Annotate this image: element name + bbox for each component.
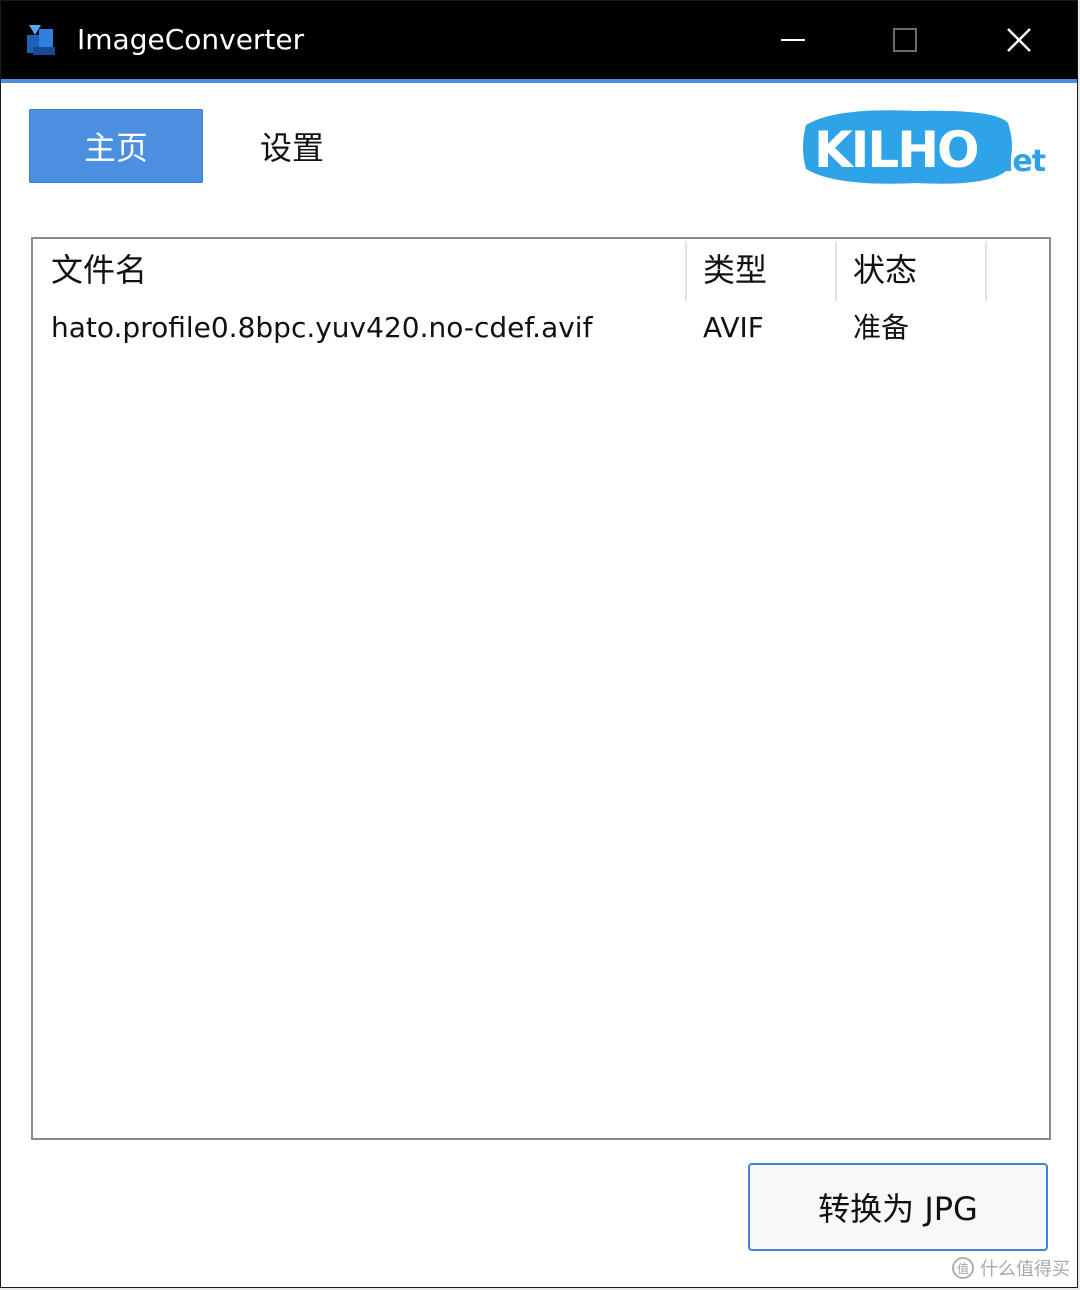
minimize-button[interactable] — [737, 1, 849, 79]
convert-to-jpg-button[interactable]: 转换为 JPG — [748, 1163, 1048, 1251]
watermark-text: 什么值得买 — [980, 1259, 1070, 1280]
title-bar[interactable]: ImageConverter — [1, 1, 1077, 79]
logo-suffix: net — [992, 144, 1046, 179]
cell-type: AVIF — [703, 311, 764, 344]
maximize-button[interactable] — [849, 1, 961, 79]
title-bar-accent-line — [1, 79, 1077, 83]
list-header: 文件名 类型 状态 — [33, 239, 1049, 303]
kilho-logo: KILHO net — [803, 110, 1047, 184]
column-header-filename[interactable]: 文件名 — [33, 239, 683, 301]
column-header-type[interactable]: 类型 — [685, 239, 833, 301]
column-divider[interactable] — [985, 241, 987, 301]
close-button[interactable] — [963, 1, 1075, 79]
minimize-icon — [781, 39, 805, 41]
column-header-status[interactable]: 状态 — [835, 239, 983, 301]
window-title: ImageConverter — [77, 23, 305, 56]
list-row[interactable]: hato.profile0.8bpc.yuv420.no-cdef.avif A… — [33, 303, 1049, 353]
maximize-icon — [893, 28, 917, 52]
watermark-icon: 值 — [952, 1257, 974, 1279]
tab-settings[interactable]: 设置 — [233, 109, 351, 183]
close-icon — [1007, 28, 1031, 52]
cell-status: 准备 — [853, 311, 910, 344]
logo-text: KILHO — [814, 121, 978, 179]
app-icon — [27, 25, 55, 55]
watermark: 值 什么值得买 — [952, 1254, 1070, 1282]
app-window: ImageConverter 主页 设置 KILHO net 文件名 类型 状态… — [0, 0, 1078, 1288]
file-list[interactable]: 文件名 类型 状态 hato.profile0.8bpc.yuv420.no-c… — [31, 237, 1051, 1140]
cell-filename: hato.profile0.8bpc.yuv420.no-cdef.avif — [51, 311, 593, 344]
tab-home[interactable]: 主页 — [29, 109, 203, 183]
